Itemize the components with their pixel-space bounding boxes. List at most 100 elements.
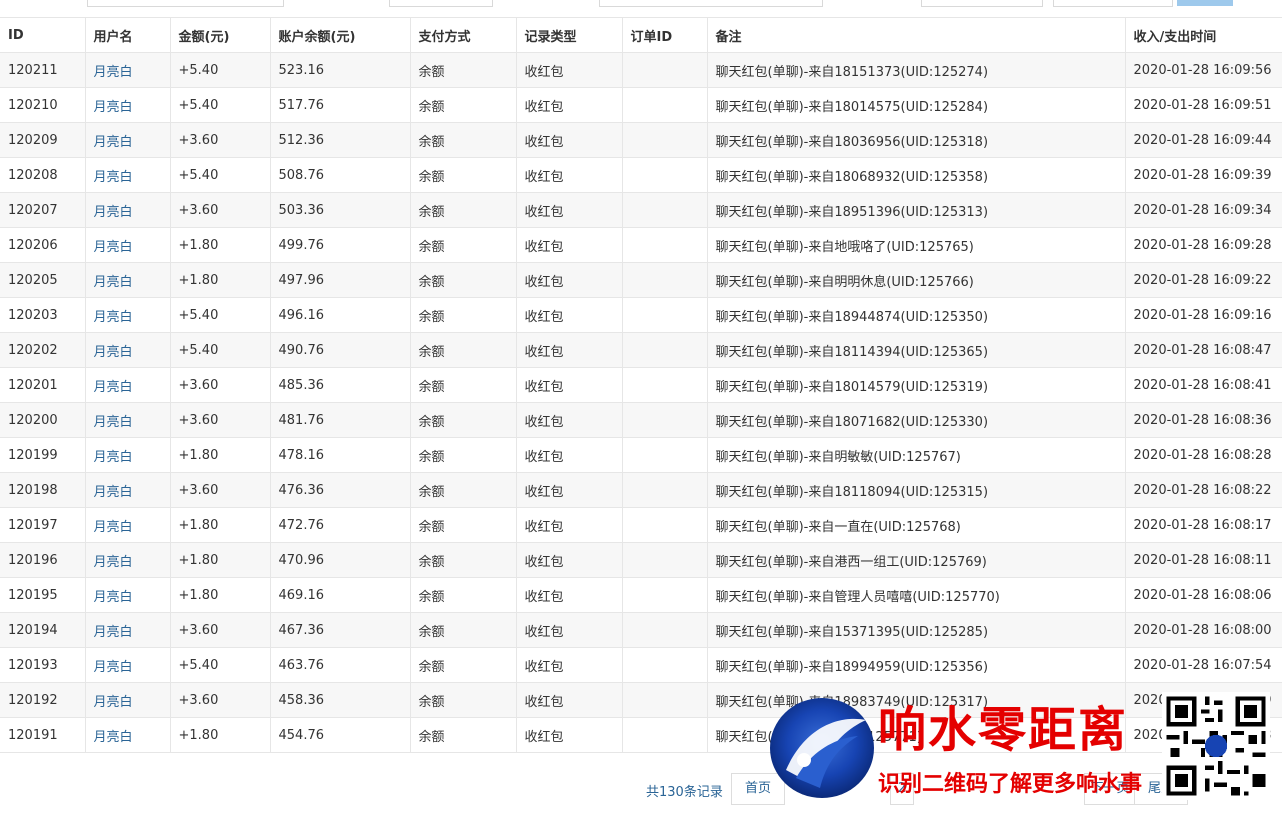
cell-username[interactable]: 月亮白 [84, 682, 171, 718]
cell-amount: +5.40 [169, 647, 271, 683]
cell-record-type: 收红包 [515, 647, 623, 683]
cell-remark: 聊天红包(单聊)-来自18014575(UID:125284) [706, 87, 1126, 123]
cell-remark: 聊天红包(单聊)-来自18036956(UID:125318) [706, 122, 1126, 158]
cell-id: 120203 [0, 297, 86, 333]
cell-username[interactable]: 月亮白 [84, 542, 171, 578]
table-row: 120199 月亮白 +1.80 478.16 余额 收红包 聊天红包(单聊)-来自明敏敏(… [0, 437, 1282, 473]
cell-id: 120198 [0, 472, 86, 508]
cell-payment-method: 余额 [409, 227, 517, 263]
cell-balance: 481.76 [269, 402, 411, 438]
cell-amount: +5.40 [169, 87, 271, 123]
cell-balance: 508.76 [269, 157, 411, 193]
cell-username[interactable]: 月亮白 [84, 332, 171, 368]
cell-record-type: 收红包 [515, 437, 623, 473]
cell-order-id [621, 332, 708, 368]
table-body: 120211 月亮白 +5.40 523.16 余额 收红包 聊天红包(单聊)-来自1815… [0, 52, 1282, 753]
cell-order-id [621, 507, 708, 543]
table-row: 120198 月亮白 +3.60 476.36 余额 收红包 聊天红包(单聊)-来自1811… [0, 472, 1282, 508]
cell-id: 120196 [0, 542, 86, 578]
cell-id: 120199 [0, 437, 86, 473]
cell-username[interactable]: 月亮白 [84, 52, 171, 88]
cell-record-type: 收红包 [515, 332, 623, 368]
cell-balance: 497.96 [269, 262, 411, 298]
watermark-logo-icon [770, 698, 874, 798]
cell-username[interactable]: 月亮白 [84, 262, 171, 298]
search-input-date[interactable] [599, 0, 823, 7]
cell-username[interactable]: 月亮白 [84, 472, 171, 508]
search-select-status[interactable] [921, 0, 1043, 7]
cell-payment-method: 余额 [409, 157, 517, 193]
cell-order-id [621, 682, 708, 718]
cell-amount: +5.40 [169, 52, 271, 88]
cell-remark: 聊天红包(单聊)-来自一直在(UID:125768) [706, 507, 1126, 543]
cell-payment-method: 余额 [409, 577, 517, 613]
table-row: 120205 月亮白 +1.80 497.96 余额 收红包 聊天红包(单聊)-来自明明休息… [0, 262, 1282, 298]
cell-record-type: 收红包 [515, 122, 623, 158]
cell-payment-method: 余额 [409, 717, 517, 753]
cell-time: 2020-01-28 16:09:39 [1124, 157, 1282, 193]
cell-time: 2020-01-28 16:09:51 [1124, 87, 1282, 123]
cell-balance: 454.76 [269, 717, 411, 753]
cell-amount: +5.40 [169, 297, 271, 333]
cell-record-type: 收红包 [515, 367, 623, 403]
cell-order-id [621, 297, 708, 333]
table-row: 120207 月亮白 +3.60 503.36 余额 收红包 聊天红包(单聊)-来自1895… [0, 192, 1282, 228]
cell-username[interactable]: 月亮白 [84, 717, 171, 753]
cell-payment-method: 余额 [409, 402, 517, 438]
cell-order-id [621, 367, 708, 403]
cell-id: 120208 [0, 157, 86, 193]
cell-username[interactable]: 月亮白 [84, 437, 171, 473]
cell-username[interactable]: 月亮白 [84, 577, 171, 613]
cell-username[interactable]: 月亮白 [84, 87, 171, 123]
cell-order-id [621, 612, 708, 648]
cell-balance: 458.36 [269, 682, 411, 718]
cell-order-id [621, 402, 708, 438]
cell-amount: +1.80 [169, 717, 271, 753]
cell-amount: +3.60 [169, 122, 271, 158]
cell-record-type: 收红包 [515, 402, 623, 438]
search-select-type[interactable] [389, 0, 493, 7]
header-col-amount: 金额(元) [169, 17, 271, 53]
cell-username[interactable]: 月亮白 [84, 612, 171, 648]
table-header-row: ID 用户名 金额(元) 账户余额(元) 支付方式 记录类型 订单ID 备注 收入/支出时间 [0, 17, 1282, 53]
cell-amount: +1.80 [169, 577, 271, 613]
search-input-username[interactable] [87, 0, 284, 7]
header-col-time: 收入/支出时间 [1124, 17, 1282, 53]
cell-username[interactable]: 月亮白 [84, 402, 171, 438]
cell-time: 2020-01-28 16:08:00 [1124, 612, 1282, 648]
cell-order-id [621, 647, 708, 683]
cell-record-type: 收红包 [515, 157, 623, 193]
cell-balance: 470.96 [269, 542, 411, 578]
cell-username[interactable]: 月亮白 [84, 647, 171, 683]
cell-amount: +5.40 [169, 157, 271, 193]
cell-amount: +1.80 [169, 507, 271, 543]
cell-username[interactable]: 月亮白 [84, 122, 171, 158]
cell-remark: 聊天红包(单聊)-来自18151373(UID:125274) [706, 52, 1126, 88]
cell-balance: 485.36 [269, 367, 411, 403]
cell-amount: +5.40 [169, 332, 271, 368]
search-input-keyword[interactable] [1053, 0, 1173, 7]
cell-id: 120197 [0, 507, 86, 543]
table-row: 120197 月亮白 +1.80 472.76 余额 收红包 聊天红包(单聊)-来自一直在(… [0, 507, 1282, 543]
search-button[interactable] [1177, 0, 1233, 6]
watermark-title: 响水零距离 [878, 702, 1129, 758]
cell-username[interactable]: 月亮白 [84, 227, 171, 263]
cell-amount: +3.60 [169, 682, 271, 718]
cell-order-id [621, 157, 708, 193]
cell-balance: 503.36 [269, 192, 411, 228]
total-records-label: 共130条记录 [646, 785, 723, 800]
cell-id: 120193 [0, 647, 86, 683]
cell-username[interactable]: 月亮白 [84, 297, 171, 333]
cell-username[interactable]: 月亮白 [84, 367, 171, 403]
cell-remark: 聊天红包(单聊)-来自18118094(UID:125315) [706, 472, 1126, 508]
cell-amount: +1.80 [169, 542, 271, 578]
cell-balance: 476.36 [269, 472, 411, 508]
cell-username[interactable]: 月亮白 [84, 192, 171, 228]
table-row: 120201 月亮白 +3.60 485.36 余额 收红包 聊天红包(单聊)-来自1801… [0, 367, 1282, 403]
cell-id: 120210 [0, 87, 86, 123]
cell-order-id [621, 192, 708, 228]
cell-username[interactable]: 月亮白 [84, 157, 171, 193]
cell-record-type: 收红包 [515, 682, 623, 718]
cell-id: 120194 [0, 612, 86, 648]
cell-username[interactable]: 月亮白 [84, 507, 171, 543]
